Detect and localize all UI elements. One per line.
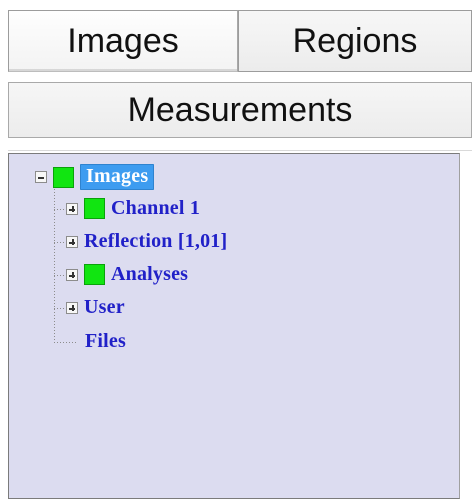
tree-root-label[interactable]: Images (80, 164, 155, 190)
tree-panel[interactable]: Images Channel 1 Reflection [1,01] Analy… (8, 153, 460, 499)
tree-item-label[interactable]: User (84, 296, 125, 319)
section-divider (8, 150, 472, 151)
tree-connector-files (54, 342, 76, 343)
green-square-icon (84, 198, 105, 219)
tab-regions[interactable]: Regions (238, 10, 472, 72)
tab-strip-top: Images Regions (8, 10, 472, 72)
tab-regions-label: Regions (292, 22, 418, 60)
tree-item-label[interactable]: Analyses (111, 263, 188, 286)
tree-item-label[interactable]: Channel 1 (111, 197, 200, 220)
collapse-icon[interactable] (35, 171, 47, 183)
tree-root-node[interactable]: Images (35, 164, 155, 190)
tree-item-analyses[interactable]: Analyses (66, 263, 188, 286)
tree-item-label[interactable]: Reflection [1,01] (84, 230, 227, 253)
tree-item-user[interactable]: User (66, 296, 125, 319)
image-tree: Images Channel 1 Reflection [1,01] Analy… (9, 154, 459, 498)
expand-icon[interactable] (66, 301, 78, 314)
tree-connector-vertical (54, 183, 55, 342)
expand-icon[interactable] (66, 235, 78, 248)
green-square-icon (53, 166, 74, 188)
tab-images[interactable]: Images (8, 10, 238, 72)
tab-measurements[interactable]: Measurements (8, 82, 472, 138)
tree-item-label[interactable]: Files (85, 330, 126, 353)
tree-item-reflection[interactable]: Reflection [1,01] (66, 230, 227, 253)
tab-images-label: Images (67, 22, 179, 60)
expand-icon[interactable] (66, 202, 78, 215)
green-square-icon (84, 264, 105, 285)
tree-item-files[interactable]: Files (85, 330, 126, 353)
tree-item-channel-1[interactable]: Channel 1 (66, 197, 200, 220)
expand-icon[interactable] (66, 268, 78, 281)
tab-measurements-label: Measurements (127, 91, 353, 129)
